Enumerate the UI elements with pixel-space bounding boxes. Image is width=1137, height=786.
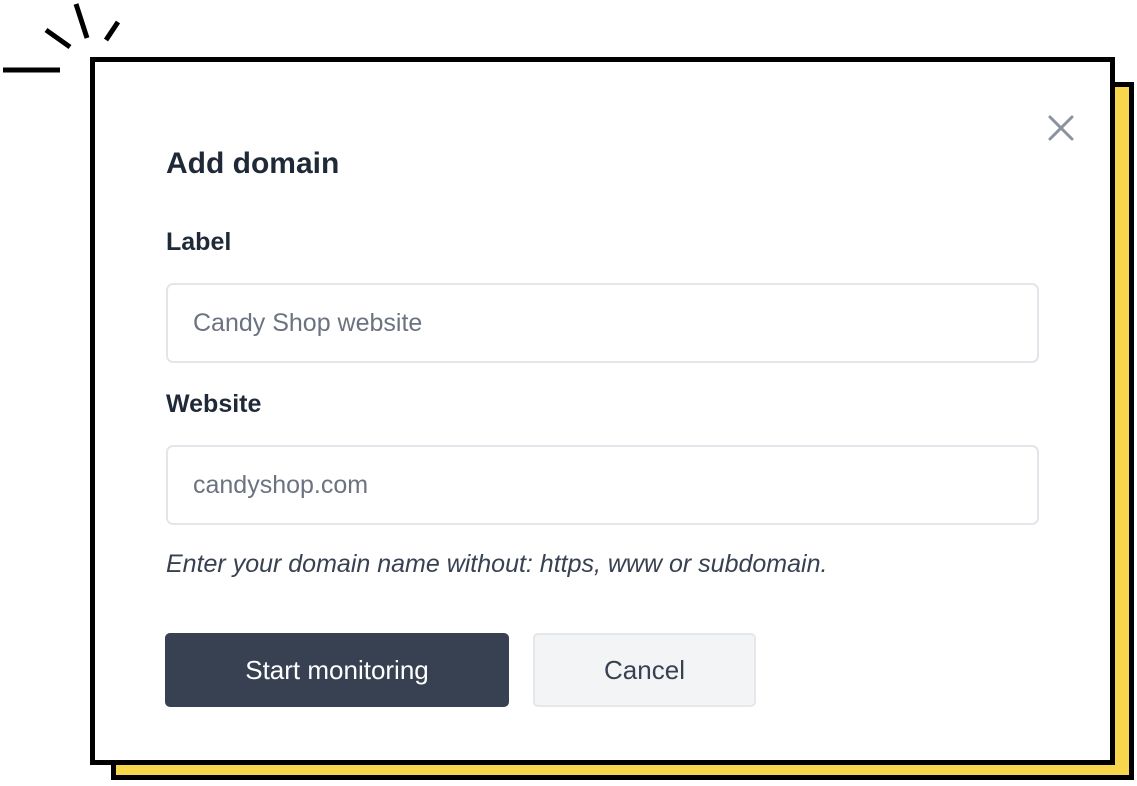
domain-hint-text: Enter your domain name without: https, w…: [166, 550, 828, 578]
website-field-label: Website: [166, 390, 262, 418]
dialog-title: Add domain: [166, 147, 340, 180]
add-domain-dialog: Add domain Label Website Enter your doma…: [90, 57, 1115, 765]
website-input[interactable]: [166, 445, 1039, 525]
cancel-button[interactable]: Cancel: [533, 633, 756, 707]
start-monitoring-button[interactable]: Start monitoring: [165, 633, 509, 707]
close-icon[interactable]: [1047, 114, 1075, 142]
label-input[interactable]: [166, 283, 1039, 363]
close-button[interactable]: [1045, 112, 1077, 144]
label-field-label: Label: [166, 228, 232, 256]
